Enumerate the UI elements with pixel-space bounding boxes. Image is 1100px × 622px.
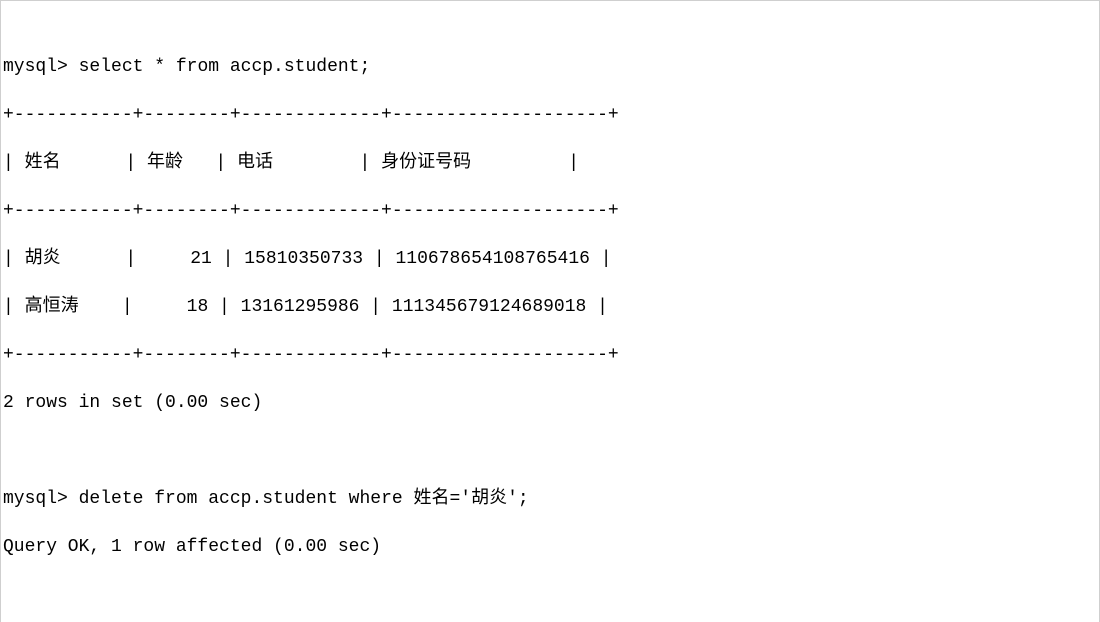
table-border: +-----------+--------+-------------+----… <box>3 343 1097 367</box>
cell-name: 高恒涛 <box>25 295 79 319</box>
blank-line <box>3 439 1097 463</box>
command-line: mysql> select * from accp.student; <box>3 55 1097 79</box>
header-phone: 电话 <box>237 151 273 175</box>
cell-phone: 15810350733 <box>244 247 363 271</box>
prompt: mysql> <box>3 57 79 77</box>
table-header-row: | 姓名 | 年龄 | 电话 | 身份证号码 | <box>3 151 1097 175</box>
cell-phone: 13161295986 <box>241 295 360 319</box>
command-select-1: select * from accp.student; <box>79 57 371 77</box>
cell-name: 胡炎 <box>25 247 61 271</box>
header-name: 姓名 <box>25 151 61 175</box>
cell-age: 18 <box>187 295 209 319</box>
header-age: 年龄 <box>147 151 183 175</box>
cell-age: 21 <box>190 247 212 271</box>
table-border: +-----------+--------+-------------+----… <box>3 199 1097 223</box>
prompt: mysql> <box>3 489 79 509</box>
blank-line <box>3 583 1097 607</box>
query-ok: Query OK, 1 row affected (0.00 sec) <box>3 535 1097 559</box>
cell-id: 111345679124689018 <box>392 295 586 319</box>
command-delete: delete from accp.student where 姓名='胡炎'; <box>79 489 529 509</box>
mysql-terminal[interactable]: mysql> select * from accp.student; +----… <box>0 0 1100 622</box>
result-footer: 2 rows in set (0.00 sec) <box>3 391 1097 415</box>
table-row: | 胡炎 | 21 | 15810350733 | 11067865410876… <box>3 247 1097 271</box>
col-name-header: | <box>3 151 25 175</box>
header-id: 身份证号码 <box>381 151 471 175</box>
table-border: +-----------+--------+-------------+----… <box>3 103 1097 127</box>
cell-id: 110678654108765416 <box>395 247 589 271</box>
table-row: | 高恒涛 | 18 | 13161295986 | 1113456791246… <box>3 295 1097 319</box>
command-line: mysql> delete from accp.student where 姓名… <box>3 487 1097 511</box>
